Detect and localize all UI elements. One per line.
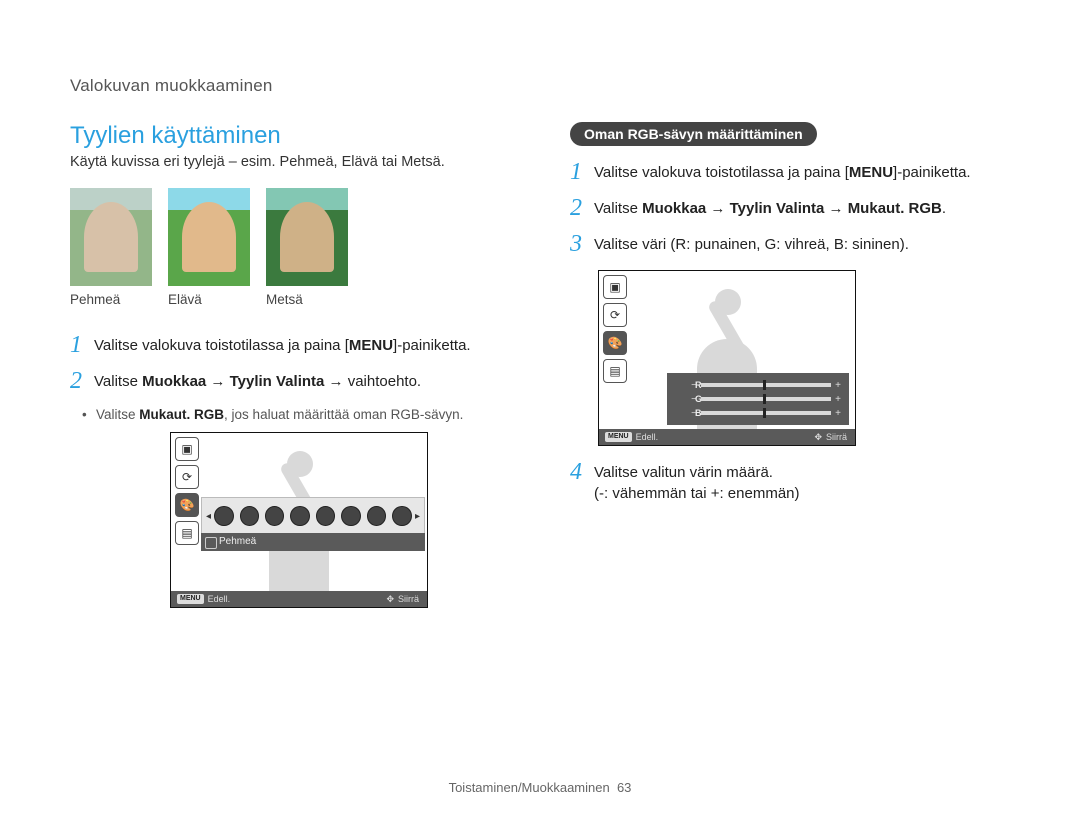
rotate-icon: ⟳ — [603, 303, 627, 327]
style-option-icon — [367, 506, 386, 526]
menu-chip: MENU — [177, 594, 204, 604]
back-label: Edell. — [208, 594, 231, 604]
step-number: 2 — [570, 196, 594, 220]
step-1: 1 Valitse valokuva toistotilassa ja pain… — [570, 162, 1010, 184]
step-3: 3 Valitse väri (R: punainen, G: vihreä, … — [570, 234, 1010, 256]
bullet-text: Valitse — [96, 407, 139, 422]
step-number: 4 — [570, 460, 594, 484]
move-label: Siirrä — [398, 594, 419, 604]
rgb-panel: R − + G − + B − + — [667, 373, 849, 425]
step-4: 4 Valitse valitun värin määrä. (-: vähem… — [570, 462, 1010, 504]
camera-footer: MENU Edell. ✥ Siirrä — [599, 429, 855, 445]
rotate-icon: ⟳ — [175, 465, 199, 489]
style-thumbnails: Pehmeä Elävä Metsä — [70, 188, 510, 307]
step-text: ]-painiketta. — [893, 164, 971, 181]
move-label: Siirrä — [826, 432, 847, 442]
thumbnail-soft — [70, 188, 152, 286]
section-title: Tyylien käyttäminen — [70, 122, 510, 150]
side-toolbar: ▣ ⟳ 🎨 ▤ — [603, 275, 627, 383]
selected-style-label: Pehmeä — [219, 536, 256, 547]
step-number: 3 — [570, 232, 594, 256]
camera-screen-rgb: ▣ ⟳ 🎨 ▤ R − + G − + — [598, 270, 856, 446]
plus-icon: + — [833, 408, 843, 419]
style-option-icon — [392, 506, 411, 526]
step-number: 2 — [70, 369, 94, 393]
step-1: 1 Valitse valokuva toistotilassa ja pain… — [70, 335, 510, 357]
step-2: 2 Valitse Muokkaa → Tyylin Valinta → Muk… — [570, 198, 1010, 220]
dpad-icon: ✥ — [814, 432, 822, 443]
adjust-icon: ▤ — [603, 359, 627, 383]
footer-section: Toistaminen/Muokkaaminen — [449, 780, 610, 795]
bullet-text: , jos haluat määrittää oman RGB-sävyn. — [224, 407, 463, 422]
step-path: Muokkaa → Tyylin Valinta — [142, 373, 324, 390]
rgb-slider-g — [701, 397, 831, 401]
step-text: Valitse väri (R: punainen, G: vihreä, B:… — [594, 234, 909, 255]
sub-bullet: Valitse Mukaut. RGB, jos haluat määrittä… — [96, 407, 510, 422]
bullet-bold: Mukaut. RGB — [139, 407, 224, 422]
style-option-icon — [214, 506, 233, 526]
style-name-row: Pehmeä — [201, 533, 425, 551]
thumbnail-forest — [266, 188, 348, 286]
plus-icon: + — [833, 394, 843, 405]
camera-footer: MENU Edell. ✥ Siirrä — [171, 591, 427, 607]
menu-chip: MENU — [605, 432, 632, 442]
back-label: Edell. — [636, 432, 659, 442]
page-number: 63 — [617, 780, 631, 795]
palette-icon: 🎨 — [175, 493, 199, 517]
page-header: Valokuvan muokkaaminen — [70, 76, 1010, 96]
thumbnail-label: Metsä — [266, 292, 348, 307]
edit-icon: ▣ — [175, 437, 199, 461]
menu-key: MENU — [849, 164, 893, 181]
thumbnail-label: Elävä — [168, 292, 250, 307]
adjust-icon: ▤ — [175, 521, 199, 545]
step-number: 1 — [570, 160, 594, 184]
intro-text: Käytä kuvissa eri tyylejä – esim. Pehmeä… — [70, 154, 510, 170]
step-2: 2 Valitse Muokkaa → Tyylin Valinta → vai… — [70, 371, 510, 393]
side-toolbar: ▣ ⟳ 🎨 ▤ — [175, 437, 199, 545]
step-number: 1 — [70, 333, 94, 357]
plus-icon: + — [833, 380, 843, 391]
step-text: Valitse — [594, 200, 642, 217]
style-option-icon — [316, 506, 335, 526]
style-option-icon — [290, 506, 309, 526]
style-option-icon — [341, 506, 360, 526]
subsection-pill: Oman RGB-sävyn määrittäminen — [570, 122, 817, 146]
step-text: ]-painiketta. — [393, 337, 471, 354]
step-text: (-: vähemmän tai +: enemmän) — [594, 483, 800, 504]
step-text: Valitse valokuva toistotilassa ja paina … — [94, 337, 349, 354]
step-text: Valitse valokuva toistotilassa ja paina … — [594, 164, 849, 181]
step-path: Muokkaa → Tyylin Valinta → Mukaut. RGB — [642, 200, 942, 217]
page-footer: Toistaminen/Muokkaaminen 63 — [0, 780, 1080, 795]
step-text: Valitse — [94, 373, 142, 390]
style-option-icon — [240, 506, 259, 526]
indicator-icon — [205, 537, 217, 549]
palette-icon: 🎨 — [603, 331, 627, 355]
camera-screen-style: ▣ ⟳ 🎨 ▤ ◂ ▸ — [170, 432, 428, 608]
thumbnail-label: Pehmeä — [70, 292, 152, 307]
step-text: . — [942, 200, 946, 217]
step-text: Valitse valitun värin määrä. — [594, 462, 800, 483]
edit-icon: ▣ — [603, 275, 627, 299]
style-option-icon — [265, 506, 284, 526]
rgb-slider-b — [701, 411, 831, 415]
menu-key: MENU — [349, 337, 393, 354]
style-bar: ◂ ▸ — [201, 497, 425, 535]
rgb-slider-r — [701, 383, 831, 387]
dpad-icon: ✥ — [386, 594, 394, 605]
thumbnail-vivid — [168, 188, 250, 286]
step-text: → vaihtoehto. — [324, 373, 421, 390]
